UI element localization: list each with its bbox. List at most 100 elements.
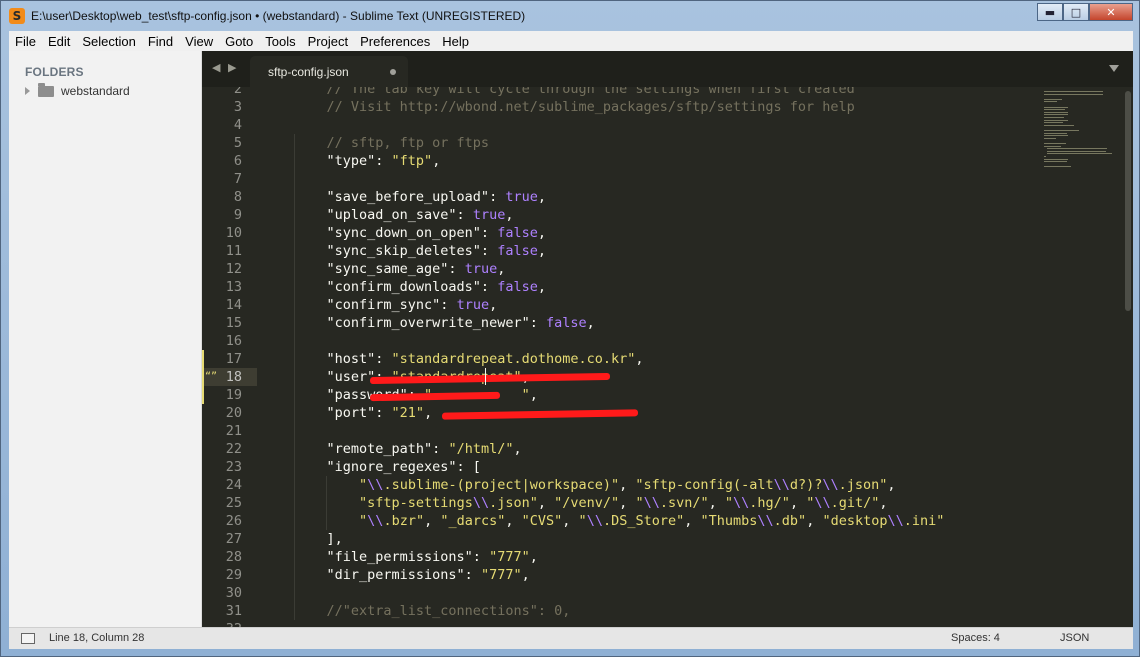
code-line[interactable]: // The tab key will cycle through the se…: [294, 87, 855, 98]
menu-project[interactable]: Project: [302, 34, 354, 49]
close-button[interactable]: ✕: [1089, 3, 1133, 21]
sublime-app-icon: S: [9, 8, 25, 24]
tab-bar: ◀ ▶ sftp-config.json: [202, 51, 1133, 87]
minimize-button[interactable]: ▬: [1037, 3, 1063, 21]
folder-name: webstandard: [61, 84, 130, 98]
folder-icon: [38, 82, 54, 97]
minimap-line: [1047, 153, 1113, 155]
redaction-mark: [441, 409, 639, 420]
minimap-line: [1044, 122, 1064, 124]
indent-guide: [294, 134, 295, 620]
line-number: 8: [233, 189, 242, 205]
code-editor[interactable]: 2 3 4 5 6 7 8 9 10 11 12 13 14 15 16 17 “” 18 19 20 21 22 23 24…: [202, 87, 1133, 627]
code-line[interactable]: "upload_on_save": true,: [294, 206, 514, 224]
line-number: 9: [233, 207, 242, 223]
line-number: 5: [233, 135, 242, 151]
vertical-scrollbar[interactable]: [1125, 91, 1131, 311]
menu-tools[interactable]: Tools: [259, 34, 301, 49]
sidebar-folder-webstandard[interactable]: webstandard: [25, 82, 130, 98]
menu-help[interactable]: Help: [436, 34, 475, 49]
line-number: 20: [225, 405, 242, 421]
status-bar: Line 18, Column 28 Spaces: 4 JSON: [9, 627, 1133, 649]
minimap-line: [1044, 114, 1069, 116]
code-line[interactable]: "save_before_upload": true,: [294, 188, 546, 206]
code-line[interactable]: "confirm_downloads": false,: [294, 278, 546, 296]
code-line[interactable]: // sftp, ftp or ftps: [294, 134, 490, 152]
window-controls: ▬ □ ✕: [1037, 3, 1133, 21]
tab-sftp-config[interactable]: sftp-config.json: [250, 56, 408, 87]
minimap-line: [1047, 150, 1106, 152]
line-number: 19: [225, 387, 242, 403]
tab-label: sftp-config.json: [268, 64, 349, 79]
line-number: 2: [233, 87, 242, 97]
line-number-gutter: 2 3 4 5 6 7 8 9 10 11 12 13 14 15 16 17 “” 18 19 20 21 22 23 24…: [202, 87, 258, 627]
minimap-line: [1047, 148, 1107, 150]
minimap-line: [1044, 98, 1063, 100]
line-number: 11: [225, 243, 242, 259]
line-number: 23: [225, 459, 242, 475]
code-line[interactable]: "sync_down_on_open": false,: [294, 224, 546, 242]
indentation-setting[interactable]: Spaces: 4: [951, 632, 1000, 644]
minimap-line: [1044, 132, 1067, 134]
minimap-line: [1044, 106, 1069, 108]
code-line[interactable]: "\\.sublime-(project|workspace)", "sftp-…: [294, 476, 896, 494]
code-line[interactable]: "remote_path": "/html/",: [294, 440, 522, 458]
code-area[interactable]: // The tab key will cycle through the se…: [294, 87, 1034, 627]
code-line[interactable]: "host": "standardrepeat.dothome.co.kr",: [294, 350, 644, 368]
code-line[interactable]: "type": "ftp",: [294, 152, 441, 170]
minimap-line: [1044, 91, 1103, 92]
code-line[interactable]: "dir_permissions": "777",: [294, 566, 530, 584]
line-number: 29: [225, 567, 242, 583]
tab-nav-arrows-icon[interactable]: ◀ ▶: [212, 61, 238, 74]
code-line[interactable]: "file_permissions": "777",: [294, 548, 538, 566]
minimap-line: [1044, 145, 1062, 147]
menu-view[interactable]: View: [179, 34, 219, 49]
menu-edit[interactable]: Edit: [42, 34, 76, 49]
unsaved-dot-icon[interactable]: [390, 69, 396, 75]
panel-toggle-icon[interactable]: [21, 633, 35, 644]
expand-triangle-icon[interactable]: [25, 87, 30, 95]
code-line[interactable]: //"extra_list_connections": 0,: [294, 602, 571, 620]
code-line[interactable]: "confirm_overwrite_newer": false,: [294, 314, 595, 332]
code-line[interactable]: "sftp-settings\\.json", "/venv/", "\\.sv…: [294, 494, 888, 512]
line-number: 18: [225, 369, 242, 385]
title-bar[interactable]: S E:\user\Desktop\web_test\sftp-config.j…: [1, 1, 1139, 31]
menu-preferences[interactable]: Preferences: [354, 34, 436, 49]
line-number: 24: [225, 477, 242, 493]
syntax-setting[interactable]: JSON: [1060, 632, 1089, 644]
maximize-button[interactable]: □: [1063, 3, 1089, 21]
code-line[interactable]: ],: [294, 530, 343, 548]
code-line[interactable]: "confirm_sync": true,: [294, 296, 498, 314]
line-number: 21: [225, 423, 242, 439]
minimap-line: [1044, 166, 1072, 168]
line-number: 32: [202, 620, 242, 627]
menu-find[interactable]: Find: [142, 34, 179, 49]
tab-list-dropdown-icon[interactable]: [1109, 65, 1119, 72]
code-line[interactable]: "\\.bzr", "_darcs", "CVS", "\\.DS_Store"…: [294, 512, 944, 530]
line-number: 15: [225, 315, 242, 331]
folders-header: FOLDERS: [25, 65, 84, 79]
line-number: 16: [225, 333, 242, 349]
line-number: 13: [225, 279, 242, 295]
text-caret: [485, 368, 486, 385]
code-line[interactable]: "sync_skip_deletes": false,: [294, 242, 546, 260]
code-line[interactable]: "sync_same_age": true,: [294, 260, 506, 278]
line-number: 3: [233, 99, 242, 115]
editor-client-area: FOLDERS webstandard ◀ ▶ sftp-config.json…: [9, 51, 1133, 627]
code-line[interactable]: "ignore_regexes": [: [294, 458, 481, 476]
menu-bar: File Edit Selection Find View Goto Tools Projec…: [9, 31, 1133, 51]
code-line[interactable]: "port": "21",: [294, 404, 433, 422]
minimap-line: [1044, 156, 1046, 157]
menu-selection[interactable]: Selection: [76, 34, 141, 49]
sidebar: FOLDERS webstandard: [9, 51, 202, 627]
minimap-line: [1044, 143, 1066, 144]
minimap-line: [1044, 93, 1103, 95]
minimap[interactable]: [1041, 87, 1119, 177]
menu-file[interactable]: File: [9, 34, 42, 49]
line-number: 30: [225, 585, 242, 601]
line-number: 27: [225, 531, 242, 547]
menu-goto[interactable]: Goto: [219, 34, 259, 49]
code-line[interactable]: // Visit http://wbond.net/sublime_packag…: [294, 98, 855, 116]
line-number: 25: [225, 495, 242, 511]
indent-guide: [326, 476, 327, 530]
